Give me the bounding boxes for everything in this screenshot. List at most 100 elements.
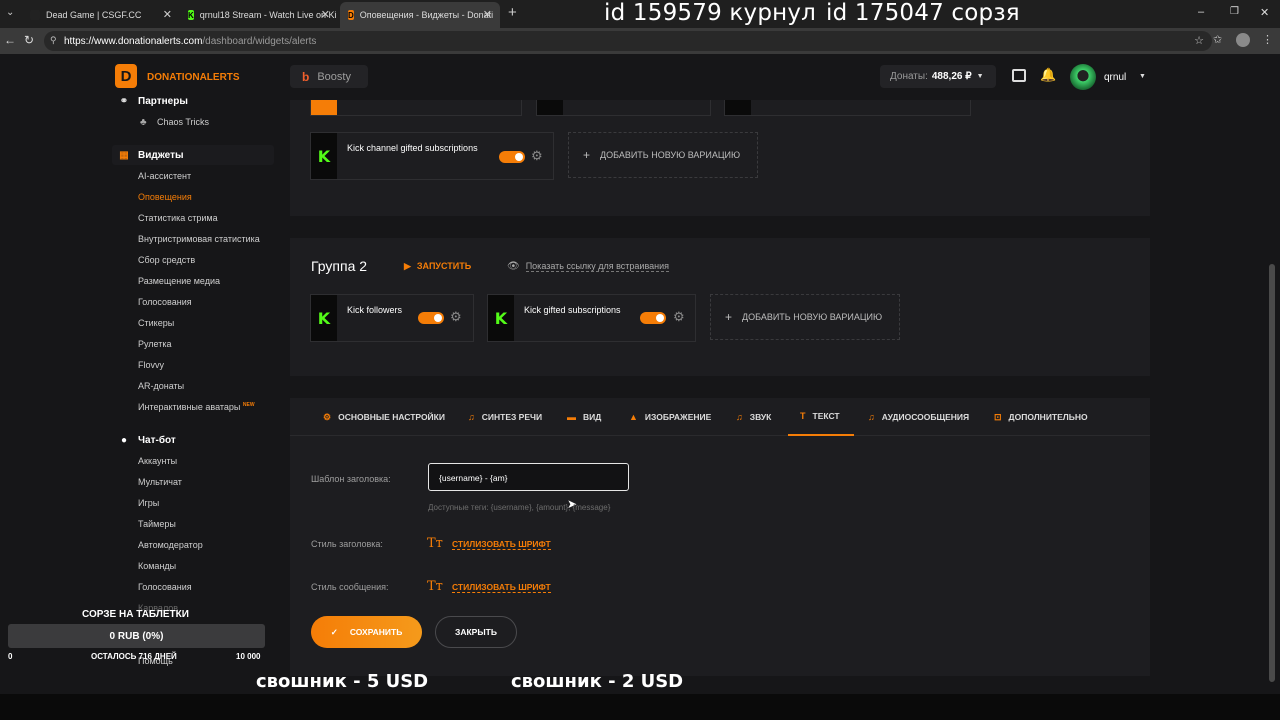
sidebar-item-games[interactable]: Игры bbox=[138, 498, 159, 508]
variation-card-kick-gifted[interactable]: K Kick gifted subscriptions ⚙ bbox=[487, 294, 696, 342]
sidebar-item-stream-stats[interactable]: Статистика стрима bbox=[138, 213, 218, 223]
sidebar-item-stickers[interactable]: Стикеры bbox=[138, 318, 174, 328]
sidebar-item-instream-stats[interactable]: Внутристримовая статистика bbox=[138, 234, 260, 244]
tab-basic-settings[interactable]: ⚙ ОСНОВНЫЕ НАСТРОЙКИ bbox=[323, 398, 445, 436]
close-tab-icon[interactable]: ✕ bbox=[483, 8, 492, 21]
available-tags-hint: Доступные теги: {username}, {amount}, {m… bbox=[428, 503, 611, 512]
browser-tab-kick[interactable]: K qrnul18 Stream - Watch Live on Ki ✕ bbox=[180, 2, 338, 28]
save-button[interactable]: ✓ СОХРАНИТЬ bbox=[311, 616, 422, 648]
news-icon[interactable] bbox=[1012, 69, 1026, 82]
sidebar-item-fundraising[interactable]: Сбор средств bbox=[138, 255, 195, 265]
sidebar-item-roulette[interactable]: Рулетка bbox=[138, 339, 172, 349]
sidebar-item-automoderator[interactable]: Автомодератор bbox=[138, 540, 203, 550]
play-icon: ▶ bbox=[404, 261, 411, 271]
add-variation-button[interactable]: + ДОБАВИТЬ НОВУЮ ВАРИАЦИЮ bbox=[568, 132, 758, 178]
ticker-text-2: свошник - 2 USD bbox=[511, 671, 684, 692]
brand-name[interactable]: DONATIONALERTS bbox=[147, 72, 240, 83]
title-template-input[interactable]: {username} - {am} bbox=[428, 463, 629, 491]
goal-max: 10 000 bbox=[236, 652, 261, 661]
tab-text[interactable]: T ТЕКСТ bbox=[788, 398, 854, 436]
variation-title: Kick followers bbox=[347, 305, 403, 315]
launch-button[interactable]: ▶ ЗАПУСТИТЬ bbox=[404, 261, 471, 272]
input-value: {username} - {am} bbox=[439, 473, 508, 483]
variation-card-kick-followers[interactable]: K Kick followers ⚙ bbox=[310, 294, 474, 342]
sidebar-item-polls[interactable]: Голосования bbox=[138, 297, 192, 307]
boosty-label: Boosty bbox=[317, 70, 351, 83]
close-window-icon[interactable]: ✕ bbox=[1260, 6, 1269, 19]
variation-toggle[interactable] bbox=[640, 312, 666, 324]
username[interactable]: qrnul bbox=[1104, 72, 1126, 83]
bookmark-star-icon[interactable]: ☆ bbox=[1194, 34, 1204, 47]
browser-tab-donationalerts[interactable]: D Оповещения - Виджеты - Donati ✕ bbox=[340, 2, 500, 28]
sidebar-item-ar-donations[interactable]: AR-донаты bbox=[138, 381, 184, 391]
gear-icon[interactable]: ⚙ bbox=[450, 309, 462, 325]
goal-title: СОРЗЕ НА ТАБЛЕТКИ bbox=[82, 609, 189, 620]
sidebar-item-timers[interactable]: Таймеры bbox=[138, 519, 176, 529]
close-tab-icon[interactable]: ✕ bbox=[163, 8, 172, 21]
url-field[interactable]: ⚲ https://www.donationalerts.com/dashboa… bbox=[44, 31, 1212, 51]
reload-icon[interactable]: ↻ bbox=[24, 33, 34, 47]
sidebar-section-partners[interactable]: ⚭ Партнеры bbox=[118, 95, 188, 107]
sidebar-item-chaos-tricks[interactable]: Chaos Tricks bbox=[157, 117, 209, 127]
notification-bell-icon[interactable]: 🔔 bbox=[1040, 67, 1056, 83]
variation-card-partial[interactable] bbox=[724, 100, 971, 116]
tab-view[interactable]: ▬ ВИД bbox=[567, 398, 601, 436]
tab-image[interactable]: ▲ ИЗОБРАЖЕНИЕ bbox=[629, 398, 711, 436]
sidebar-item-interactive-avatars[interactable]: Интерактивные аватары NEW bbox=[138, 402, 255, 412]
variation-card-kick-channel-gifted[interactable]: K Kick channel gifted subscriptions ⚙ bbox=[310, 132, 554, 180]
stylize-message-font-link[interactable]: СТИЛИЗОВАТЬ ШРИФТ bbox=[452, 582, 551, 593]
restore-icon[interactable]: ❐ bbox=[1230, 6, 1239, 17]
sidebar-item-alerts[interactable]: Оповещения bbox=[138, 192, 192, 202]
browser-address-bar: ← ↻ ⚲ https://www.donationalerts.com/das… bbox=[0, 28, 1280, 54]
sidebar-item-accounts[interactable]: Аккаунты bbox=[138, 456, 177, 466]
sidebar-item-multichat[interactable]: Мультичат bbox=[138, 477, 182, 487]
tab-audio-messages[interactable]: ♫ АУДИОСООБЩЕНИЯ bbox=[868, 398, 969, 436]
variation-card-partial[interactable] bbox=[310, 100, 522, 116]
close-button[interactable]: ЗАКРЫТЬ bbox=[435, 616, 517, 648]
browser-tab-csgf[interactable]: Dead Game | CSGF.CC ✕ bbox=[22, 2, 180, 28]
settings-tabs: ⚙ ОСНОВНЫЕ НАСТРОЙКИ ♫ СИНТЕЗ РЕЧИ ▬ ВИД ▲ И… bbox=[290, 398, 1150, 436]
browser-menu-icon[interactable]: ⋮ bbox=[1262, 33, 1273, 46]
favorites-icon[interactable]: ✩ bbox=[1213, 33, 1222, 46]
site-info-icon[interactable]: ⚲ bbox=[50, 35, 57, 46]
embed-link-button[interactable]: 👁 Показать ссылку для встраивания bbox=[507, 261, 669, 272]
extra-icon: ⊡ bbox=[994, 411, 1002, 422]
image-icon: ▲ bbox=[629, 412, 638, 422]
tab-extra[interactable]: ⊡ ДОПОЛНИТЕЛЬНО bbox=[994, 398, 1088, 436]
sidebar-item-chatbot-polls[interactable]: Голосования bbox=[138, 582, 192, 592]
donationalerts-icon: D bbox=[348, 10, 354, 20]
sidebar-item-flovvy[interactable]: Flovvy bbox=[138, 360, 164, 370]
app-viewport: D DONATIONALERTS b Boosty Донаты: 488,26… bbox=[0, 54, 1280, 694]
tab-title: Оповещения - Виджеты - Donati bbox=[359, 10, 494, 20]
close-tab-icon[interactable]: ✕ bbox=[321, 8, 330, 21]
variation-card-partial[interactable] bbox=[536, 100, 711, 116]
sidebar-section-chatbot[interactable]: ● Чат-бот bbox=[118, 434, 176, 446]
user-avatar[interactable] bbox=[1070, 64, 1096, 90]
tab-sound[interactable]: ♫ ЗВУК bbox=[736, 398, 771, 436]
boosty-button[interactable]: b Boosty bbox=[290, 65, 368, 88]
tab-speech-synthesis[interactable]: ♫ СИНТЕЗ РЕЧИ bbox=[468, 398, 542, 436]
new-tab-button[interactable]: + bbox=[508, 4, 517, 21]
user-menu-chevron-icon[interactable]: ▼ bbox=[1139, 73, 1146, 80]
tab-list-chevron-icon[interactable]: ⌄ bbox=[6, 7, 14, 18]
sidebar-item-commands[interactable]: Команды bbox=[138, 561, 176, 571]
page-scrollbar[interactable] bbox=[1268, 54, 1276, 694]
sidebar-section-widgets[interactable]: ▦ Виджеты bbox=[118, 149, 183, 161]
kick-icon: K bbox=[188, 10, 194, 20]
variation-toggle[interactable] bbox=[418, 312, 444, 324]
donations-balance-button[interactable]: Донаты: 488,26 ₽ ▼ bbox=[880, 65, 996, 88]
sidebar-item-media[interactable]: Размещение медиа bbox=[138, 276, 220, 286]
gear-icon[interactable]: ⚙ bbox=[531, 148, 543, 164]
boosty-icon: b bbox=[302, 69, 310, 84]
profile-avatar[interactable] bbox=[1236, 33, 1250, 47]
variation-title: Kick channel gifted subscriptions bbox=[347, 143, 478, 153]
add-variation-button[interactable]: + ДОБАВИТЬ НОВУЮ ВАРИАЦИЮ bbox=[710, 294, 900, 340]
gear-icon[interactable]: ⚙ bbox=[673, 309, 685, 325]
variation-toggle[interactable] bbox=[499, 151, 525, 163]
stylize-title-font-link[interactable]: СТИЛИЗОВАТЬ ШРИФТ bbox=[452, 539, 551, 550]
scrollbar-thumb[interactable] bbox=[1269, 264, 1275, 682]
donationalerts-logo-icon[interactable]: D bbox=[115, 64, 137, 88]
back-icon[interactable]: ← bbox=[4, 33, 16, 47]
minimize-icon[interactable]: – bbox=[1198, 6, 1204, 18]
sidebar-item-ai-assistant[interactable]: AI-ассистент bbox=[138, 171, 191, 181]
